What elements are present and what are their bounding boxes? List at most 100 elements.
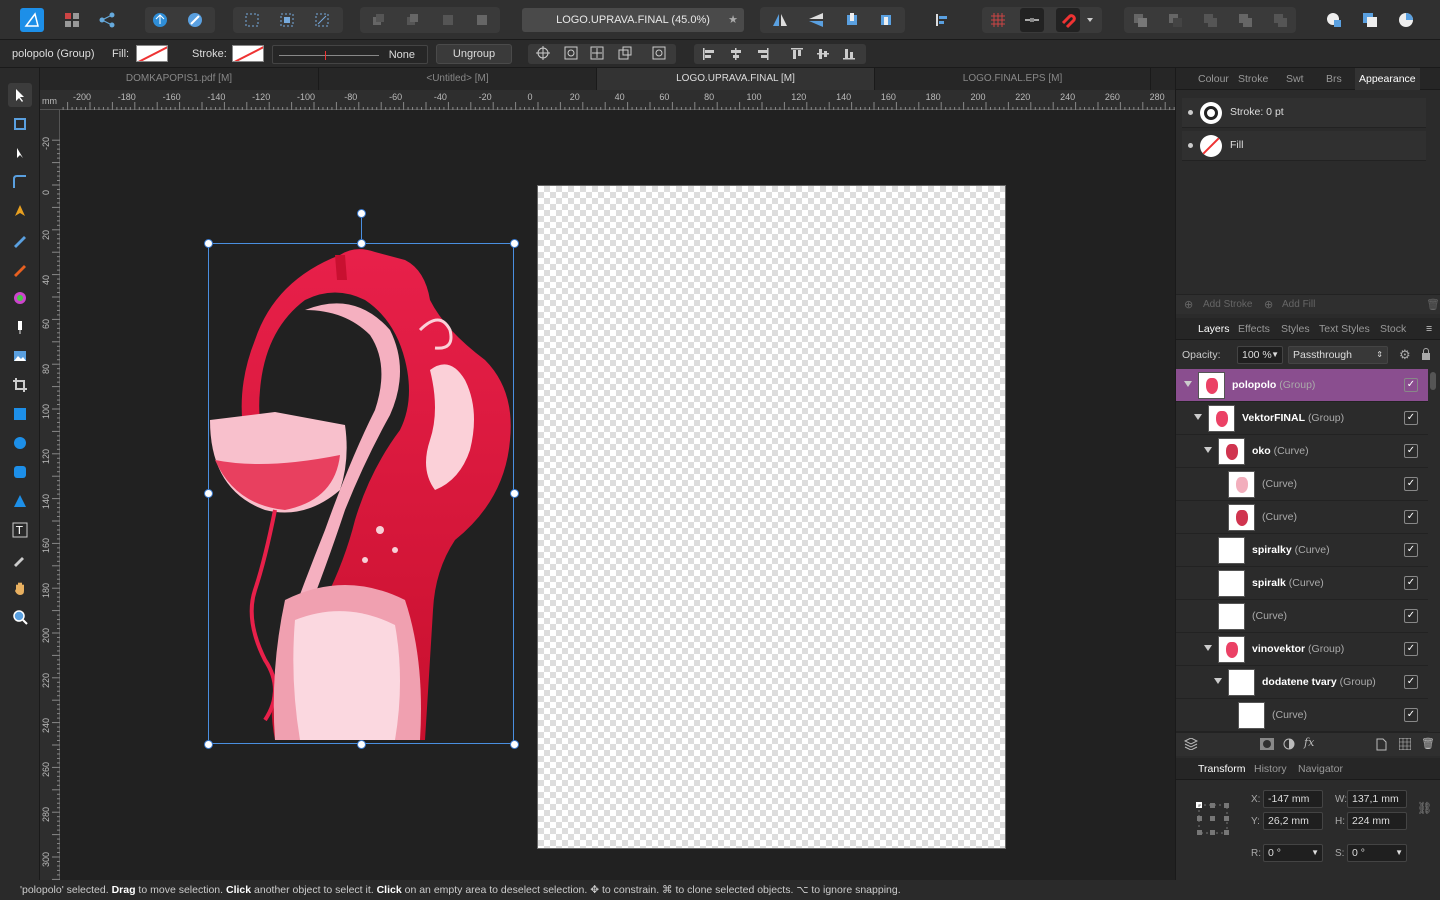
resize-handle-tr[interactable]	[510, 239, 519, 248]
align-right-icon[interactable]	[756, 47, 770, 64]
tab-logo-uprava-final[interactable]: LOGO.UPRAVA.FINAL [M]	[597, 68, 875, 90]
align-top-icon[interactable]	[790, 47, 804, 64]
layer-visibility-checkbox[interactable]: ✓	[1404, 675, 1418, 689]
layer-visibility-checkbox[interactable]: ✓	[1404, 444, 1418, 458]
x-field[interactable]: -147 mm	[1263, 790, 1323, 808]
stroke-width-slider[interactable]: None	[272, 45, 428, 64]
selection-bounds[interactable]	[204, 209, 519, 749]
mask-icon[interactable]	[1260, 738, 1274, 753]
eye-icon[interactable]	[564, 46, 578, 63]
visibility-dot[interactable]	[1188, 110, 1193, 115]
layer-visibility-checkbox[interactable]: ✓	[1404, 378, 1418, 392]
layer-row[interactable]: vinovektor (Group) ✓	[1176, 633, 1428, 666]
layer-visibility-checkbox[interactable]: ✓	[1404, 609, 1418, 623]
add-fill-button[interactable]: Add Fill	[1282, 299, 1315, 310]
intersect-boolean-icon[interactable]	[1198, 8, 1222, 32]
opacity-field[interactable]: 100 % ▼	[1237, 346, 1283, 364]
layer-row[interactable]: (Curve) ✓	[1176, 501, 1428, 534]
tab-brushes[interactable]: Brs	[1326, 68, 1342, 90]
panel-menu-icon[interactable]: ≡	[1426, 318, 1432, 340]
flip-horizontal-icon[interactable]	[768, 8, 792, 32]
tab-effects[interactable]: Effects	[1238, 318, 1270, 340]
layers-stack-icon[interactable]	[1183, 737, 1199, 753]
layer-visibility-checkbox[interactable]: ✓	[1404, 477, 1418, 491]
layer-row[interactable]: dodatene tvary (Group) ✓	[1176, 666, 1428, 699]
height-field[interactable]: 224 mm	[1347, 812, 1407, 830]
resize-handle-bl[interactable]	[204, 740, 213, 749]
share-icon[interactable]	[95, 8, 119, 32]
blend-mode-select[interactable]: Passthrough ⇕	[1288, 346, 1388, 364]
crosshair-icon[interactable]	[536, 46, 550, 63]
chevron-down-icon[interactable]	[1204, 447, 1212, 453]
rotate-right-icon[interactable]	[874, 8, 898, 32]
tab-layers[interactable]: Layers	[1194, 318, 1234, 340]
adjustment-icon[interactable]	[1283, 738, 1295, 753]
layer-row[interactable]: (Curve) ✓	[1176, 699, 1428, 732]
tab-swatches[interactable]: Swt	[1286, 68, 1304, 90]
resize-handle-tc[interactable]	[357, 239, 366, 248]
tab-navigator[interactable]: Navigator	[1298, 758, 1343, 780]
layer-visibility-checkbox[interactable]: ✓	[1404, 642, 1418, 656]
xor-boolean-icon[interactable]	[1233, 8, 1257, 32]
layer-row[interactable]: spiralky (Curve) ✓	[1176, 534, 1428, 567]
tab-domkapopis[interactable]: DOMKAPOPIS1.pdf [M]	[40, 68, 319, 90]
fx-icon[interactable]: fx	[1304, 736, 1314, 749]
chevron-down-icon[interactable]	[1204, 645, 1212, 651]
tab-colour[interactable]: Colour	[1198, 68, 1229, 90]
resize-icon[interactable]	[618, 46, 632, 63]
tab-appearance[interactable]: Appearance	[1355, 68, 1420, 90]
add-stroke-button[interactable]: Add Stroke	[1203, 299, 1252, 310]
select-all-icon[interactable]	[240, 8, 264, 32]
guides-icon[interactable]	[1020, 8, 1044, 32]
snapping-magnet-icon[interactable]	[1056, 8, 1080, 32]
resize-handle-br[interactable]	[510, 740, 519, 749]
artboard-tool-icon[interactable]	[8, 112, 32, 136]
layer-visibility-checkbox[interactable]: ✓	[1404, 411, 1418, 425]
layers-scrollbar[interactable]	[1430, 372, 1436, 390]
arrange-back-icon[interactable]	[366, 8, 390, 32]
hand-tool-icon[interactable]	[8, 576, 32, 600]
layer-visibility-checkbox[interactable]: ✓	[1404, 576, 1418, 590]
node-tool-icon[interactable]	[8, 141, 32, 165]
divide-boolean-icon[interactable]	[1268, 8, 1292, 32]
arrange-forward-icon[interactable]	[436, 8, 460, 32]
persona-grid-icon[interactable]	[60, 8, 84, 32]
trash-icon[interactable]: 🗑	[1426, 298, 1440, 311]
tab-stock[interactable]: Stock	[1380, 318, 1406, 340]
ungroup-button[interactable]: Ungroup	[436, 44, 512, 64]
layer-row[interactable]: VektorFINAL (Group) ✓	[1176, 402, 1428, 435]
layer-visibility-checkbox[interactable]: ✓	[1404, 708, 1418, 722]
triangle-tool-icon[interactable]	[8, 489, 32, 513]
place-image-icon[interactable]	[8, 344, 32, 368]
transparency-tool-icon[interactable]	[8, 315, 32, 339]
insert-top-icon[interactable]	[1394, 8, 1418, 32]
appearance-stroke-row[interactable]: Stroke: 0 pt	[1182, 98, 1426, 128]
align-icon[interactable]	[930, 8, 954, 32]
group-icon[interactable]	[1398, 737, 1412, 753]
align-bottom-icon[interactable]	[842, 47, 856, 64]
tab-stroke[interactable]: Stroke	[1238, 68, 1268, 90]
resize-handle-ml[interactable]	[204, 489, 213, 498]
snap-points-icon[interactable]	[590, 46, 604, 63]
text-tool-icon[interactable]: T	[8, 518, 32, 542]
resize-handle-bc[interactable]	[357, 740, 366, 749]
move-tool-icon[interactable]	[8, 83, 32, 107]
tab-text-styles[interactable]: Text Styles	[1319, 318, 1370, 340]
flip-vertical-icon[interactable]	[804, 8, 828, 32]
shear-field[interactable]: 0 ° ▼	[1347, 844, 1407, 862]
rotation-handle[interactable]	[357, 209, 366, 218]
appearance-fill-row[interactable]: Fill	[1182, 131, 1426, 161]
brush-tool-icon[interactable]	[8, 257, 32, 281]
document-title[interactable]: LOGO.UPRAVA.FINAL (45.0%) ★	[522, 8, 744, 32]
anchor-point-selector[interactable]	[1192, 798, 1234, 840]
delete-layer-icon[interactable]: 🗑	[1421, 737, 1435, 750]
layer-visibility-checkbox[interactable]: ✓	[1404, 543, 1418, 557]
gear-icon[interactable]: ⚙	[1399, 347, 1411, 363]
deselect-icon[interactable]	[275, 8, 299, 32]
designer-persona-icon[interactable]	[148, 8, 172, 32]
chevron-down-icon[interactable]	[1214, 678, 1222, 684]
rectangle-tool-icon[interactable]	[8, 402, 32, 426]
grid-icon[interactable]	[986, 8, 1010, 32]
crop-tool-icon[interactable]	[8, 373, 32, 397]
add-boolean-icon[interactable]	[1128, 8, 1152, 32]
